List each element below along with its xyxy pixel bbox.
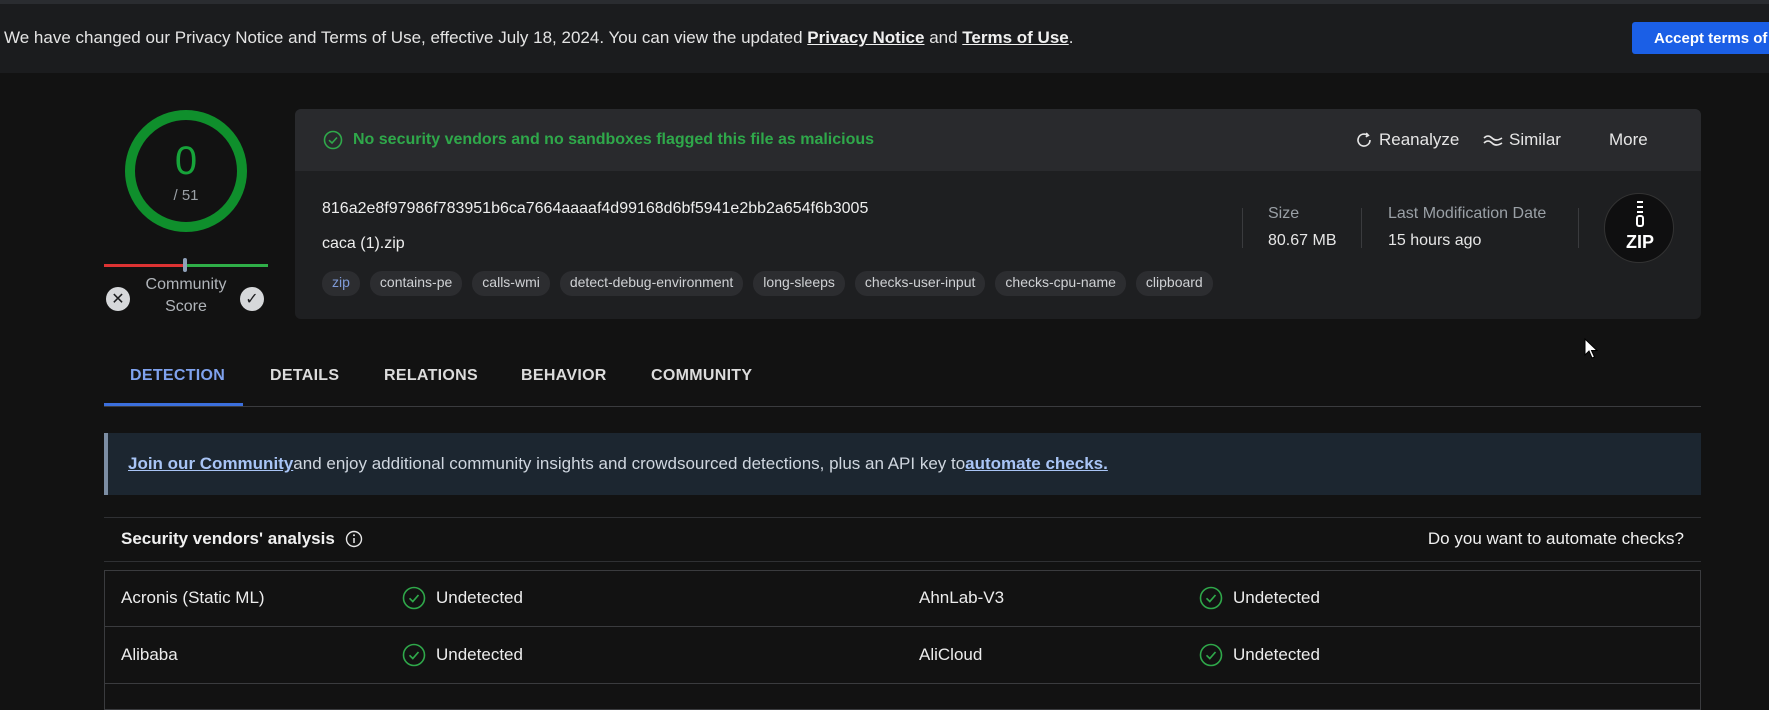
tag[interactable]: calls-wmi bbox=[472, 271, 550, 296]
file-type-label: ZIP bbox=[1625, 232, 1654, 252]
detection-total: / 51 bbox=[173, 187, 199, 204]
vendor-name: Acronis (Static ML) bbox=[121, 588, 265, 607]
file-tags: zip contains-pe calls-wmi detect-debug-e… bbox=[322, 271, 1213, 296]
similar-icon bbox=[1483, 135, 1503, 146]
vendors-title: Security vendors' analysis bbox=[121, 529, 363, 549]
check-circle-icon bbox=[1199, 643, 1223, 667]
banner-text: We have changed our Privacy Notice and T… bbox=[4, 28, 1074, 47]
automate-checks-link[interactable]: automate checks. bbox=[965, 454, 1108, 474]
zip-file-icon: ZIP bbox=[1604, 193, 1674, 263]
size-label: Size bbox=[1268, 205, 1300, 222]
accept-terms-button[interactable]: Accept terms of us bbox=[1632, 22, 1769, 54]
file-hash[interactable]: 816a2e8f97986f783951b6ca7664aaaaf4d99168… bbox=[322, 200, 868, 218]
tag[interactable]: checks-cpu-name bbox=[995, 271, 1126, 296]
tab-community[interactable]: COMMUNITY bbox=[651, 367, 752, 385]
tab-detection[interactable]: DETECTION bbox=[130, 367, 225, 385]
divider bbox=[1578, 208, 1579, 248]
vendor-result: Undetected bbox=[1199, 586, 1320, 610]
vendor-result: Undetected bbox=[1199, 643, 1320, 667]
vendor-result: Undetected bbox=[402, 643, 523, 667]
vote-harmless-button[interactable]: ✓ bbox=[240, 287, 264, 311]
reanalyze-button[interactable]: Reanalyze bbox=[1355, 130, 1459, 150]
tab-bar bbox=[104, 360, 1701, 407]
table-row bbox=[104, 627, 1701, 684]
modified-value: 15 hours ago bbox=[1388, 232, 1482, 249]
community-score-label: Community Score bbox=[145, 276, 227, 315]
vendor-name: Alibaba bbox=[121, 645, 178, 664]
community-notice: Join our Community and enjoy additional … bbox=[104, 433, 1701, 495]
vendor-name: AhnLab-V3 bbox=[919, 588, 1005, 607]
table-row bbox=[104, 570, 1701, 627]
check-circle-icon bbox=[402, 586, 426, 610]
x-icon: ✕ bbox=[111, 291, 125, 308]
tag[interactable]: zip bbox=[322, 271, 360, 296]
privacy-notice-link[interactable]: Privacy Notice bbox=[807, 28, 924, 47]
tag[interactable]: long-sleeps bbox=[753, 271, 845, 296]
tag[interactable]: clipboard bbox=[1135, 271, 1213, 296]
check-circle-icon bbox=[323, 130, 343, 150]
tab-relations[interactable]: RELATIONS bbox=[384, 367, 478, 385]
divider bbox=[1361, 208, 1362, 248]
size-value: 80.67 MB bbox=[1268, 232, 1337, 249]
join-community-link[interactable]: Join our Community bbox=[128, 454, 293, 474]
similar-button[interactable]: Similar bbox=[1483, 130, 1561, 150]
more-button[interactable]: More bbox=[1609, 130, 1648, 150]
check-icon: ✓ bbox=[245, 291, 259, 308]
tag[interactable]: checks-user-input bbox=[854, 271, 986, 296]
tag[interactable]: detect-debug-environment bbox=[559, 271, 744, 296]
vote-harmful-button[interactable]: ✕ bbox=[106, 287, 130, 311]
tag[interactable]: contains-pe bbox=[369, 271, 463, 296]
mouse-cursor-icon bbox=[1584, 338, 1598, 359]
vendor-name: AliCloud bbox=[919, 645, 983, 664]
detection-count: 0 bbox=[174, 139, 198, 183]
tab-details[interactable]: DETAILS bbox=[270, 367, 339, 385]
divider bbox=[1242, 208, 1243, 248]
scan-status-text: No security vendors and no sandboxes fla… bbox=[353, 131, 875, 148]
community-score-marker bbox=[183, 258, 187, 272]
automate-checks-prompt[interactable]: Do you want to automate checks? bbox=[1428, 529, 1684, 549]
info-icon[interactable] bbox=[345, 530, 363, 548]
vendor-result: Undetected bbox=[402, 586, 523, 610]
modified-label: Last Modification Date bbox=[1388, 205, 1547, 222]
check-circle-icon bbox=[402, 643, 426, 667]
check-circle-icon bbox=[1199, 586, 1223, 610]
active-tab-indicator bbox=[104, 403, 243, 406]
scan-status: No security vendors and no sandboxes fla… bbox=[323, 130, 874, 150]
tab-behavior[interactable]: BEHAVIOR bbox=[521, 367, 607, 385]
terms-of-use-link[interactable]: Terms of Use bbox=[962, 28, 1068, 47]
refresh-icon bbox=[1357, 132, 1371, 147]
privacy-banner: We have changed our Privacy Notice and T… bbox=[0, 4, 1769, 73]
file-name: caca (1).zip bbox=[322, 235, 405, 252]
